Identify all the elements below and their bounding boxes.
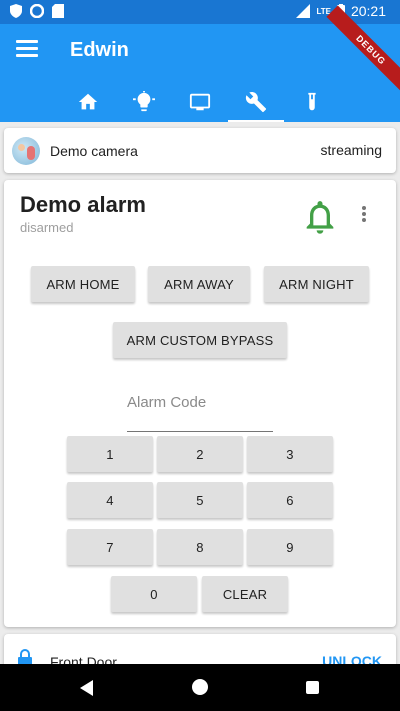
keypad-6-button[interactable]: 6 (247, 482, 333, 518)
tab-tools[interactable] (228, 82, 284, 122)
alarm-name: Demo alarm (20, 192, 146, 217)
tab-home[interactable] (60, 82, 116, 122)
camera-card[interactable]: Demo camera streaming (4, 128, 396, 173)
keypad-clear-button[interactable]: CLEAR (202, 576, 288, 612)
camera-state: streaming (320, 142, 382, 158)
system-nav-bar (0, 664, 400, 711)
shield-icon (10, 4, 22, 18)
signal-icon (296, 4, 311, 18)
arm-home-button[interactable]: ARM HOME (31, 266, 135, 302)
keypad-0-button[interactable]: 0 (111, 576, 197, 612)
sd-card-icon (52, 4, 64, 18)
arm-night-button[interactable]: ARM NIGHT (264, 266, 369, 302)
keypad-9-button[interactable]: 9 (247, 529, 333, 565)
back-icon[interactable] (80, 680, 93, 696)
circle-icon (30, 4, 44, 18)
alarm-card: Demo alarm disarmed ARM HOME ARM AWAY AR… (4, 180, 396, 627)
app-title: Edwin (70, 39, 129, 61)
menu-icon[interactable] (16, 40, 38, 58)
arm-away-button[interactable]: ARM AWAY (148, 266, 250, 302)
keypad-2-button[interactable]: 2 (157, 436, 243, 472)
lightbulb-icon (133, 91, 155, 112)
camera-name: Demo camera (50, 143, 138, 159)
wrench-icon (245, 92, 267, 113)
tab-media[interactable] (172, 82, 228, 122)
camera-thumbnail (12, 137, 40, 165)
arm-custom-bypass-button[interactable]: ARM CUSTOM BYPASS (113, 322, 287, 358)
home-icon (78, 93, 98, 110)
clock: 20:21 (350, 3, 386, 19)
recents-icon[interactable] (306, 681, 319, 694)
home-nav-icon[interactable] (192, 679, 208, 695)
keypad-7-button[interactable]: 7 (67, 529, 153, 565)
alarm-code-input[interactable]: Alarm Code (127, 382, 273, 432)
tab-lights[interactable] (116, 82, 172, 122)
keypad-1-button[interactable]: 1 (67, 436, 153, 472)
alarm-code-placeholder: Alarm Code (127, 394, 207, 411)
alarm-state: disarmed (20, 220, 74, 235)
keypad-3-button[interactable]: 3 (247, 436, 333, 472)
tab-dev[interactable] (284, 82, 340, 122)
keypad-4-button[interactable]: 4 (67, 482, 153, 518)
keypad-8-button[interactable]: 8 (157, 529, 243, 565)
keypad-5-button[interactable]: 5 (157, 482, 243, 518)
test-tube-icon (308, 92, 316, 111)
tab-bar (60, 82, 340, 122)
more-options-icon[interactable] (360, 206, 368, 226)
app-bar: Edwin DEBUG (0, 5, 400, 122)
bell-icon (306, 201, 334, 234)
tv-icon (189, 93, 211, 111)
